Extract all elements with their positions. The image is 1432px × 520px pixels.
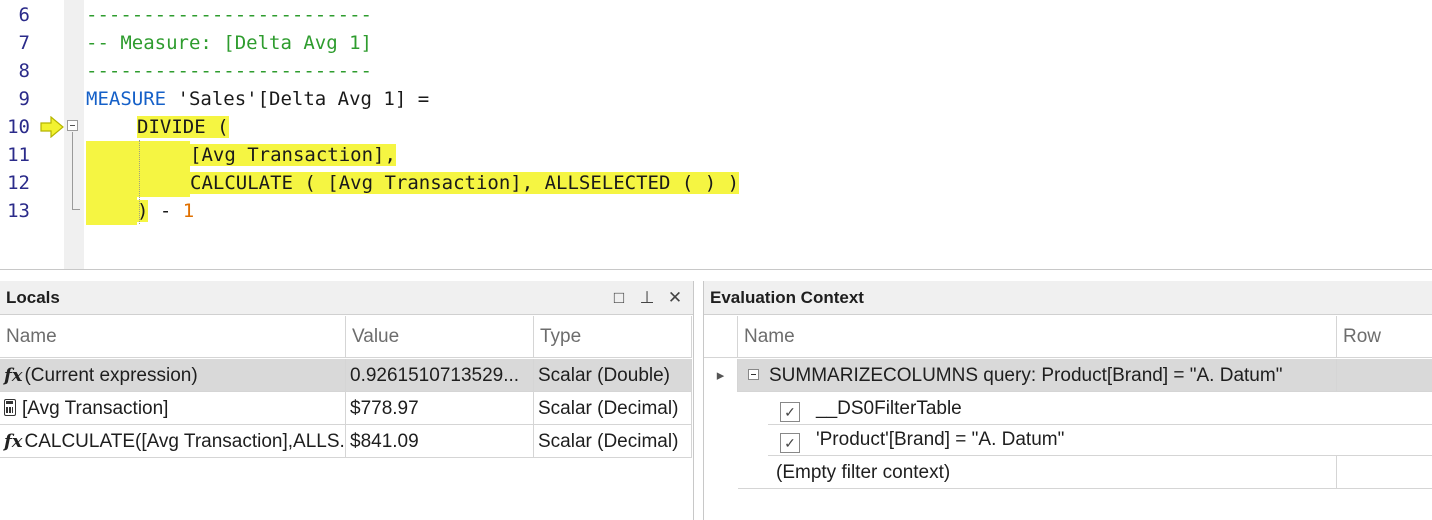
locals-row-value[interactable]: 0.9261510713529... xyxy=(346,359,534,392)
evaluation-context-title: Evaluation Context xyxy=(704,281,1432,315)
indent-guide xyxy=(139,140,140,224)
code-line-9: MEASURE 'Sales'[Delta Avg 1] = xyxy=(86,85,429,113)
column-header-name[interactable]: Name xyxy=(0,316,346,358)
local-name: CALCULATE([Avg Transaction],ALLS... xyxy=(24,431,346,452)
row-expander-icon[interactable]: ▸ xyxy=(704,359,738,392)
code-line-6: ------------------------- xyxy=(86,4,372,26)
code-line-10: DIVIDE ( xyxy=(137,113,229,141)
line-number: 7 xyxy=(18,32,30,54)
highlight-indent xyxy=(86,197,137,225)
highlight-indent xyxy=(86,169,190,197)
locals-row-name[interactable]: fx (Current expression) xyxy=(0,359,346,392)
highlighted-code: [Avg Transaction], xyxy=(190,144,396,166)
line-number-gutter: 6 7 8 9 10 11 12 13 xyxy=(0,0,64,269)
locals-title: Locals xyxy=(0,281,693,315)
filter-label: __DS0FilterTable xyxy=(816,398,962,419)
fx-icon: fx xyxy=(4,431,23,452)
operator: - xyxy=(148,200,183,222)
local-name: (Current expression) xyxy=(24,365,198,386)
code-line-12: CALCULATE ( [Avg Transaction], ALLSELECT… xyxy=(190,169,740,197)
fold-guide-line xyxy=(72,132,73,209)
line-number: 8 xyxy=(18,60,30,82)
dax-code-editor[interactable]: 6 7 8 9 10 11 12 13 --------------------… xyxy=(0,0,1432,269)
collapse-icon[interactable] xyxy=(67,120,78,131)
code-line-13: ) - 1 xyxy=(137,197,194,225)
checkbox[interactable]: ✓ xyxy=(780,433,800,453)
code-line-7: -- Measure: [Delta Avg 1] xyxy=(86,32,372,54)
pin-icon[interactable]: ⊥ xyxy=(636,281,658,315)
locals-row-name[interactable]: fx CALCULATE([Avg Transaction],ALLS... xyxy=(0,425,346,458)
filter-group-row[interactable]: SUMMARIZECOLUMNS query: Product[Brand] =… xyxy=(738,359,1337,392)
locals-row-name[interactable]: [Avg Transaction] xyxy=(0,392,346,425)
line-number: 10 xyxy=(7,116,30,138)
column-header-name[interactable]: Name xyxy=(738,316,1337,358)
horizontal-splitter[interactable] xyxy=(0,269,1432,281)
column-header-row[interactable]: Row xyxy=(1337,316,1432,358)
filter-group-label: SUMMARIZECOLUMNS query: Product[Brand] =… xyxy=(769,365,1283,386)
locals-row-value[interactable]: $778.97 xyxy=(346,392,534,425)
locals-row-type[interactable]: Scalar (Double) xyxy=(534,359,692,392)
arrow-right-icon xyxy=(40,116,64,138)
code-line-11: [Avg Transaction], xyxy=(190,141,396,169)
checkbox[interactable]: ✓ xyxy=(780,402,800,422)
empty-filter-row[interactable]: (Empty filter context) xyxy=(738,456,1337,489)
column-header-value[interactable]: Value xyxy=(346,316,534,358)
filter-row[interactable]: ✓ 'Product'[Brand] = "A. Datum" xyxy=(768,423,1432,456)
highlighted-code: CALCULATE ( [Avg Transaction], ALLSELECT… xyxy=(190,172,740,194)
line-number: 12 xyxy=(7,172,30,194)
filter-group-row-cell[interactable] xyxy=(1337,359,1432,392)
collapse-icon[interactable] xyxy=(748,369,759,380)
maximize-icon[interactable]: □ xyxy=(608,281,630,315)
fx-icon: fx xyxy=(4,365,23,386)
locals-row-value[interactable]: $841.09 xyxy=(346,425,534,458)
locals-row-type[interactable]: Scalar (Decimal) xyxy=(534,425,692,458)
measure-definition: 'Sales'[Delta Avg 1] = xyxy=(166,88,430,110)
line-number: 9 xyxy=(18,88,30,110)
evaluation-context-panel: Evaluation Context Name Row ▸ SUMMARIZEC… xyxy=(703,281,1432,520)
line-number: 13 xyxy=(7,200,30,222)
close-icon[interactable]: ✕ xyxy=(664,281,686,315)
local-name: [Avg Transaction] xyxy=(22,398,169,419)
fold-guide-end xyxy=(72,209,80,210)
line-number: 6 xyxy=(18,4,30,26)
filter-row[interactable]: ✓ __DS0FilterTable xyxy=(768,392,1432,425)
column-header-type[interactable]: Type xyxy=(534,316,692,358)
highlighted-code: DIVIDE ( xyxy=(137,116,229,138)
filter-label: 'Product'[Brand] = "A. Datum" xyxy=(816,429,1065,450)
calculator-icon xyxy=(4,399,16,416)
locals-row-type[interactable]: Scalar (Decimal) xyxy=(534,392,692,425)
empty-filter-row-cell[interactable] xyxy=(1337,456,1432,489)
fold-margin xyxy=(64,0,84,269)
number-literal: 1 xyxy=(182,200,195,222)
keyword-measure: MEASURE xyxy=(86,88,167,110)
locals-panel: Locals □ ⊥ ✕ Name Value Type fx (Current … xyxy=(0,281,694,520)
code-line-8: ------------------------- xyxy=(86,60,372,82)
line-number: 11 xyxy=(7,144,30,166)
column-header-expander xyxy=(704,316,738,358)
highlight-indent xyxy=(86,141,190,169)
